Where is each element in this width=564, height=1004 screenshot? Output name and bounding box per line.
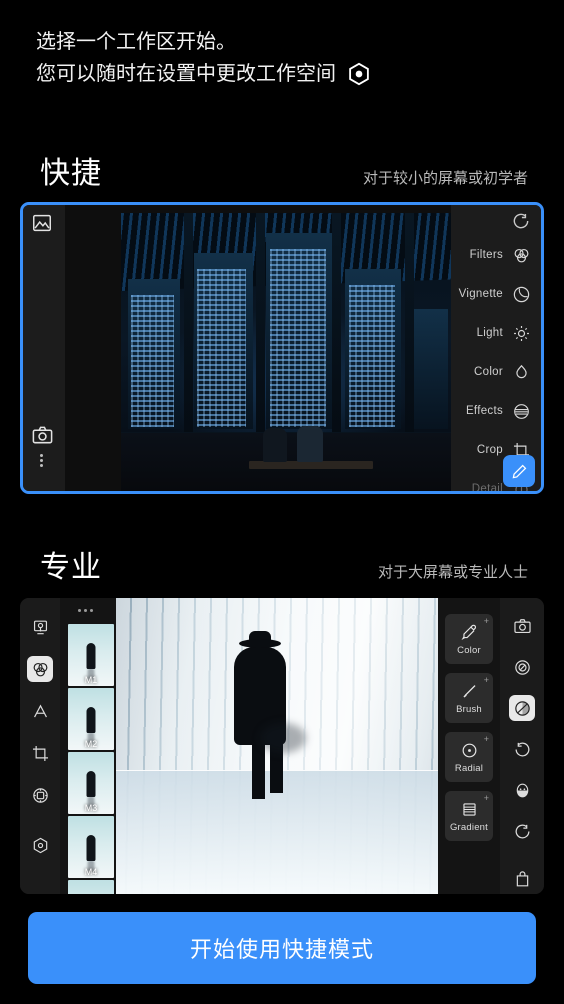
- quick-menu-item-color[interactable]: Color: [474, 360, 531, 384]
- mask-label: M1: [84, 675, 98, 685]
- add-badge: +: [483, 793, 489, 803]
- quick-menu-label-crop: Crop: [476, 444, 503, 456]
- quick-menu-label-vignette: Vignette: [458, 288, 503, 300]
- effects-icon: [512, 402, 531, 421]
- add-badge: +: [483, 675, 489, 685]
- mask-thumbnail[interactable]: M2: [68, 688, 114, 750]
- stamp-icon[interactable]: [27, 614, 53, 640]
- portrait-icon[interactable]: [509, 777, 535, 803]
- mask-tool-radial[interactable]: + Radial: [445, 732, 493, 782]
- pencil-icon: [512, 464, 526, 478]
- spiral-icon[interactable]: [509, 654, 535, 680]
- quick-menu-item-effects[interactable]: Effects: [466, 399, 531, 423]
- quick-mode-preview-card[interactable]: Filters Vignette Light Color Effects Cro…: [20, 202, 544, 494]
- mask-icon[interactable]: [27, 782, 53, 808]
- text-icon[interactable]: [27, 698, 53, 724]
- mask-thumbnail[interactable]: M5: [68, 880, 114, 894]
- section-header-pro: 专业 对于大屏幕或专业人士: [0, 542, 564, 586]
- intro-line-2: 您可以随时在设置中更改工作空间: [36, 58, 544, 90]
- mask-thumbnail[interactable]: M3: [68, 752, 114, 814]
- sun-icon: [512, 324, 531, 343]
- bag-icon[interactable]: [509, 866, 535, 892]
- quick-menu-label-detail: Detail: [471, 483, 503, 494]
- vignette-icon: [512, 285, 531, 304]
- gradient-icon: [462, 802, 476, 816]
- quick-menu-item-vignette[interactable]: Vignette: [459, 282, 531, 306]
- walking-silhouette-artwork: [234, 631, 306, 800]
- quick-menu-item-filters[interactable]: Filters: [470, 243, 531, 267]
- pro-mode-preview-card[interactable]: M1 M2 M3 M4 M5: [20, 598, 544, 894]
- mask-tool-color[interactable]: + Color: [445, 614, 493, 664]
- mask-tool-label: Gradient: [449, 821, 489, 833]
- quick-menu-label-effects: Effects: [465, 405, 503, 417]
- pro-left-toolbar: [20, 598, 60, 894]
- quick-left-toolbar: [23, 205, 65, 491]
- quick-menu-item-light[interactable]: Light: [477, 321, 531, 345]
- hex-nut-icon[interactable]: [27, 832, 53, 858]
- quick-preview-image: [65, 205, 451, 491]
- intro-header: 选择一个工作区开始。 您可以随时在设置中更改工作空间: [36, 26, 544, 90]
- section-header-quick: 快捷 对于较小的屏幕或初学者: [0, 148, 564, 192]
- pro-right-toolbar: [500, 598, 544, 894]
- filters-icon[interactable]: [27, 656, 53, 682]
- add-badge: +: [483, 734, 489, 744]
- mask-tool-label: Radial: [454, 762, 484, 774]
- pro-mask-tools: + Color + Brush + Radial + Gradient: [438, 598, 500, 894]
- mask-label: M3: [84, 803, 98, 813]
- undo-icon[interactable]: [509, 818, 535, 844]
- filters-icon: [512, 246, 531, 265]
- mask-tool-brush[interactable]: + Brush: [445, 673, 493, 723]
- quick-right-toolbar: Filters Vignette Light Color Effects Cro…: [451, 205, 541, 491]
- mask-thumbnail[interactable]: M1: [68, 624, 114, 686]
- mask-tool-label: Brush: [456, 703, 482, 715]
- intro-line-1-text: 选择一个工作区开始。: [36, 31, 236, 53]
- intro-line-2-text: 您可以随时在设置中更改工作空间: [36, 63, 336, 85]
- quick-menu-label-light: Light: [476, 327, 503, 339]
- mask-tool-gradient[interactable]: + Gradient: [445, 791, 493, 841]
- start-quick-mode-label: 开始使用快捷模式: [189, 937, 374, 962]
- invert-icon[interactable]: [509, 695, 535, 721]
- mask-thumbnail[interactable]: M4: [68, 816, 114, 878]
- quick-menu-label-filters: Filters: [469, 249, 503, 261]
- section-subtitle-quick: 对于较小的屏幕或初学者: [362, 170, 528, 187]
- night-city-artwork: [121, 213, 451, 491]
- crop-icon[interactable]: [27, 740, 53, 766]
- redo-icon[interactable]: [509, 736, 535, 762]
- add-badge: +: [483, 616, 489, 626]
- image-icon[interactable]: [31, 212, 53, 234]
- edit-fab-button[interactable]: [503, 455, 535, 487]
- quick-menu-label-color: Color: [474, 366, 503, 378]
- brush-icon: [462, 684, 476, 698]
- start-quick-mode-button[interactable]: 开始使用快捷模式: [28, 912, 536, 984]
- camera-icon[interactable]: [509, 613, 535, 639]
- mask-label: M2: [84, 739, 98, 749]
- droplet-icon: [512, 363, 531, 382]
- eyedropper-icon: [461, 624, 476, 640]
- more-vertical-icon[interactable]: [40, 452, 44, 469]
- more-horizontal-icon[interactable]: [78, 609, 93, 612]
- intro-line-1: 选择一个工作区开始。: [36, 26, 544, 58]
- mask-label: M4: [84, 867, 98, 877]
- section-title-pro: 专业: [40, 551, 102, 584]
- section-title-quick: 快捷: [40, 157, 102, 190]
- pro-mask-list[interactable]: M1 M2 M3 M4 M5: [60, 598, 116, 894]
- hex-nut-icon[interactable]: [346, 61, 372, 87]
- camera-icon[interactable]: [31, 424, 54, 447]
- radial-icon: [462, 743, 476, 757]
- mask-tool-label: Color: [457, 644, 481, 656]
- pro-preview-image: [116, 598, 438, 894]
- section-subtitle-pro: 对于大屏幕或专业人士: [377, 564, 528, 581]
- undo-icon[interactable]: [511, 211, 531, 231]
